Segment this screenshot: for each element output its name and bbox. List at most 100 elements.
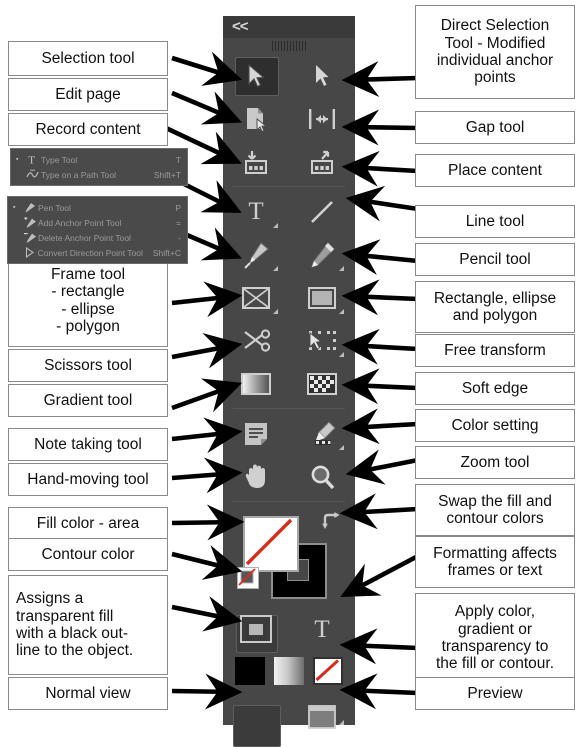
- rectangle-flyout-triangle-icon[interactable]: [339, 309, 344, 314]
- callout-swap-colors: Swap the fill and contour colors: [415, 484, 575, 536]
- magnifier-icon: [311, 465, 335, 489]
- selection-tool[interactable]: [223, 54, 289, 97]
- tool-row: T: [223, 190, 355, 233]
- flyout-shortcut: Shift+T: [153, 169, 181, 180]
- callout-fill-color-area: Fill color - area: [8, 507, 168, 540]
- rectangle-frame-tool[interactable]: [223, 276, 289, 319]
- flyout-bullet: ▪: [16, 156, 19, 163]
- type-tool-icon: T: [248, 198, 264, 225]
- normal-view-mode-button[interactable]: [223, 704, 289, 747]
- zoom-tool[interactable]: [289, 455, 355, 498]
- flyout-item-pen-tool[interactable]: ▪ Pen Tool P: [8, 200, 187, 215]
- default-fill-stroke-swatch[interactable]: [237, 567, 259, 589]
- frame-flyout-triangle-icon[interactable]: [273, 309, 278, 314]
- apply-color-swatch[interactable]: [234, 657, 265, 685]
- rectangle-icon: [308, 286, 336, 309]
- eyedropper-icon: [315, 420, 336, 445]
- panel-drag-grip[interactable]: [223, 38, 355, 54]
- formatting-affects-row: T: [223, 609, 355, 653]
- type-flyout-triangle-icon[interactable]: [273, 223, 278, 228]
- apply-swatch-row: [223, 649, 355, 693]
- gradient-feather-tool[interactable]: [289, 362, 355, 405]
- tool-separator: [233, 501, 345, 502]
- scissors-icon: [244, 328, 271, 352]
- type-on-path-icon: [24, 169, 41, 180]
- flyout-item-convert-direction-point-tool[interactable]: Convert Direction Point Tool Shift+C: [8, 245, 187, 260]
- hand-tool[interactable]: [223, 455, 289, 498]
- preview-mode-button[interactable]: [289, 704, 355, 730]
- tool-row: [223, 140, 355, 183]
- apply-none-swatch[interactable]: [313, 657, 344, 685]
- preview-flyout-triangle-icon[interactable]: [339, 720, 344, 725]
- flyout-item-add-anchor-point-tool[interactable]: Add Anchor Point Tool =: [8, 215, 187, 230]
- rectangle-tool[interactable]: [289, 276, 355, 319]
- gap-tool-icon: [309, 108, 335, 129]
- pencil-tool[interactable]: [289, 233, 355, 276]
- tool-row: [223, 54, 355, 97]
- callout-rectangle-ellipse-polygon: Rectangle, ellipse and polygon: [415, 281, 575, 333]
- callout-line-tool: Line tool: [415, 205, 575, 238]
- gap-tool[interactable]: [289, 97, 355, 140]
- free-transform-icon: [309, 330, 336, 350]
- pen-tool-flyout-menu: ▪ Pen Tool P Add Anchor Point Tool = Del…: [7, 196, 188, 264]
- scissors-tool[interactable]: [223, 319, 289, 362]
- indesign-tool-panel: << T T: [223, 16, 355, 747]
- callout-transparent-fill: Assigns a transparent fill with a black …: [8, 575, 168, 675]
- gradient-swatch-tool[interactable]: [223, 362, 289, 405]
- apply-gradient-swatch[interactable]: [273, 657, 304, 685]
- flyout-shortcut: =: [176, 217, 181, 228]
- none-slash-icon: [245, 518, 293, 566]
- flyout-shortcut: Shift+C: [152, 247, 181, 258]
- apply-none-slash-icon: [315, 659, 340, 682]
- flyout-shortcut: T: [175, 154, 181, 165]
- flyout-item-delete-anchor-point-tool[interactable]: Delete Anchor Point Tool -: [8, 230, 187, 245]
- container-frame-icon: [240, 615, 272, 643]
- pencil-flyout-triangle-icon[interactable]: [339, 266, 344, 271]
- eyedropper-tool[interactable]: [289, 412, 355, 455]
- flyout-label: Type on a Path Tool: [41, 169, 116, 180]
- pen-tool[interactable]: [223, 233, 289, 276]
- free-transform-tool[interactable]: [289, 319, 355, 362]
- page-tool[interactable]: [223, 97, 289, 140]
- free-transform-flyout-triangle-icon[interactable]: [339, 352, 344, 357]
- callout-free-transform: Free transform: [415, 334, 575, 367]
- flyout-label: Type Tool: [41, 154, 78, 165]
- callout-frame-tool: Frame tool - rectangle - ellipse - polyg…: [8, 254, 168, 347]
- type-tool[interactable]: T: [223, 190, 289, 233]
- view-mode-row: [223, 693, 355, 747]
- callout-contour-color: Contour color: [8, 538, 168, 571]
- hand-icon: [245, 464, 265, 488]
- callout-normal-view: Normal view: [8, 677, 168, 710]
- collapse-panel-icon[interactable]: <<: [232, 18, 249, 35]
- selection-arrow-icon: [248, 63, 265, 87]
- callout-scissors-tool: Scissors tool: [8, 349, 168, 382]
- pen-flyout-triangle-icon[interactable]: [273, 266, 278, 271]
- callout-gap-tool: Gap tool: [415, 111, 575, 144]
- content-placer-tool[interactable]: [289, 140, 355, 183]
- direct-selection-arrow-icon: [316, 64, 329, 86]
- direct-selection-tool[interactable]: [289, 54, 355, 97]
- tool-grid: T T: [223, 54, 355, 747]
- tool-row: [223, 319, 355, 362]
- content-placer-icon: [311, 150, 333, 174]
- flyout-item-type-tool[interactable]: ▪ T Type Tool T: [11, 152, 187, 167]
- content-collector-tool[interactable]: [223, 140, 289, 183]
- eyedropper-flyout-triangle-icon[interactable]: [339, 445, 344, 450]
- flyout-item-type-on-path-tool[interactable]: Type on a Path Tool Shift+T: [11, 167, 187, 182]
- formatting-affects-text[interactable]: T: [289, 617, 355, 642]
- swap-fill-stroke-icon[interactable]: [321, 511, 343, 531]
- note-tool[interactable]: [223, 412, 289, 455]
- default-none-slash-icon: [238, 568, 256, 586]
- callout-note-taking-tool: Note taking tool: [8, 428, 168, 461]
- preview-mode-icon: [308, 705, 336, 729]
- pen-tool-icon: [244, 241, 269, 269]
- callout-hand-moving-tool: Hand-moving tool: [8, 463, 168, 496]
- formatting-affects-container[interactable]: [223, 615, 289, 653]
- tool-row: [223, 455, 355, 498]
- tool-row: [223, 97, 355, 140]
- fill-swatch-none[interactable]: [243, 516, 299, 572]
- tool-separator: [233, 408, 345, 409]
- flyout-label: Pen Tool: [38, 202, 71, 213]
- flyout-label: Convert Direction Point Tool: [37, 247, 143, 258]
- line-tool[interactable]: [289, 190, 355, 233]
